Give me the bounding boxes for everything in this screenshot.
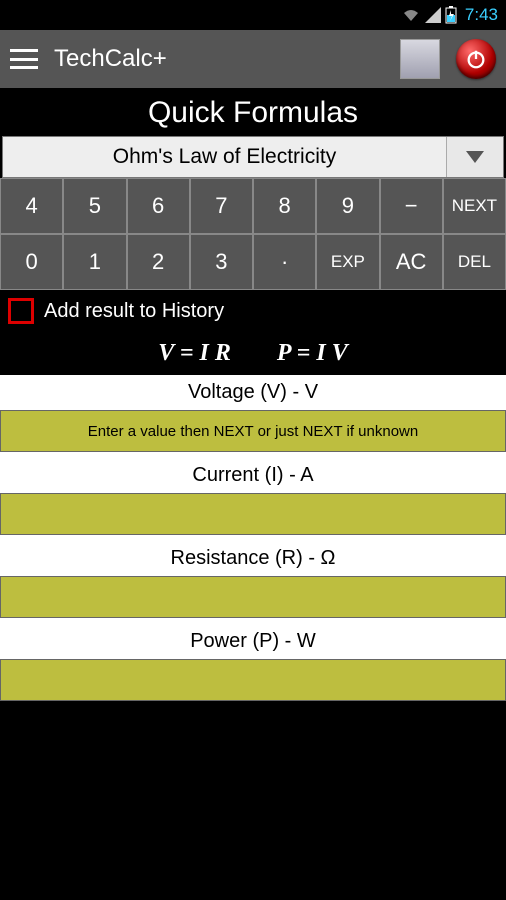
field-label-1: Current (I) - A <box>0 458 506 493</box>
checkbox-icon[interactable] <box>8 298 34 324</box>
key-6[interactable]: 6 <box>127 178 190 234</box>
section-title: Quick Formulas <box>0 88 506 136</box>
status-bar: 7:43 <box>0 0 506 30</box>
app-bar: TechCalc+ <box>0 30 506 88</box>
wifi-icon <box>401 7 421 23</box>
field-input-3[interactable] <box>0 659 506 701</box>
formula-display: V = I R P = I V <box>0 332 506 375</box>
key-exp[interactable]: EXP <box>316 234 379 290</box>
key-1[interactable]: 1 <box>63 234 126 290</box>
key-3[interactable]: 3 <box>190 234 253 290</box>
app-title: TechCalc+ <box>54 45 384 73</box>
chevron-down-icon <box>447 137 503 177</box>
field-label-2: Resistance (R) - Ω <box>0 541 506 576</box>
field-input-2[interactable] <box>0 576 506 618</box>
key-del[interactable]: DEL <box>443 234 506 290</box>
formula-2: P = I V <box>277 340 348 366</box>
power-button[interactable] <box>456 39 496 79</box>
keypad: 456789−NEXT 0123·EXPACDEL <box>0 178 506 290</box>
formula-dropdown[interactable]: Ohm's Law of Electricity <box>2 136 504 178</box>
menu-icon[interactable] <box>10 49 38 69</box>
dropdown-selected: Ohm's Law of Electricity <box>3 137 447 177</box>
key-·[interactable]: · <box>253 234 316 290</box>
key-0[interactable]: 0 <box>0 234 63 290</box>
key-4[interactable]: 4 <box>0 178 63 234</box>
formula-1: V = I R <box>158 340 231 366</box>
key-8[interactable]: 8 <box>253 178 316 234</box>
signal-icon <box>425 7 441 23</box>
field-label-3: Power (P) - W <box>0 624 506 659</box>
key-2[interactable]: 2 <box>127 234 190 290</box>
field-input-0[interactable]: Enter a value then NEXT or just NEXT if … <box>0 410 506 452</box>
key-9[interactable]: 9 <box>316 178 379 234</box>
history-checkbox-row[interactable]: Add result to History <box>0 290 506 332</box>
status-time: 7:43 <box>465 5 498 25</box>
battery-icon <box>445 6 457 24</box>
key-5[interactable]: 5 <box>63 178 126 234</box>
field-label-0: Voltage (V) - V <box>0 375 506 410</box>
avatar[interactable] <box>400 39 440 79</box>
key-7[interactable]: 7 <box>190 178 253 234</box>
field-input-1[interactable] <box>0 493 506 535</box>
key-ac[interactable]: AC <box>380 234 443 290</box>
key-−[interactable]: − <box>380 178 443 234</box>
key-next[interactable]: NEXT <box>443 178 506 234</box>
history-checkbox-label: Add result to History <box>44 300 224 323</box>
